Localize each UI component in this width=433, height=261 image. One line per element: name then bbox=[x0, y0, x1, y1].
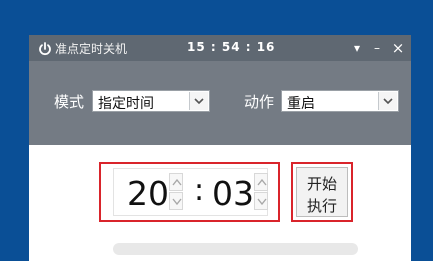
action-label: 动作 bbox=[244, 93, 275, 111]
power-icon bbox=[38, 41, 52, 56]
hour-down-arrow-icon[interactable] bbox=[169, 192, 183, 210]
chevron-down-icon[interactable] bbox=[378, 92, 397, 110]
app-title: 准点定时关机 bbox=[55, 42, 128, 56]
mode-select[interactable]: 指定时间 bbox=[92, 90, 210, 112]
close-icon[interactable]: × bbox=[390, 39, 406, 57]
start-button-line1: 开始 bbox=[306, 175, 337, 193]
time-input[interactable]: 20 : 03 bbox=[113, 168, 268, 216]
minute-up-arrow-icon[interactable] bbox=[254, 173, 268, 191]
app-window: 准点定时关机 15 : 54 : 16 ▾ – × 模式 指定时间 动作 重启 … bbox=[29, 35, 411, 261]
minimize-icon[interactable]: – bbox=[369, 39, 385, 57]
start-button-highlight: 开始 执行 bbox=[291, 162, 353, 222]
time-setter: 20 : 03 bbox=[99, 162, 280, 222]
hour-up-arrow-icon[interactable] bbox=[169, 173, 183, 191]
current-time: 15 : 54 : 16 bbox=[187, 40, 276, 54]
mode-select-value: 指定时间 bbox=[98, 96, 154, 112]
hour-value[interactable]: 20 bbox=[127, 174, 169, 213]
chevron-down-icon[interactable] bbox=[189, 92, 208, 110]
menu-icon[interactable]: ▾ bbox=[349, 39, 365, 57]
mode-label: 模式 bbox=[54, 93, 85, 111]
title-bar[interactable]: 准点定时关机 15 : 54 : 16 ▾ – × bbox=[29, 35, 411, 61]
timer-area: 20 : 03 开始 执行 bbox=[29, 145, 411, 261]
time-separator: : bbox=[194, 173, 205, 208]
minute-stepper[interactable] bbox=[254, 173, 268, 211]
hour-stepper[interactable] bbox=[169, 173, 183, 211]
progress-bar bbox=[113, 243, 358, 255]
action-select[interactable]: 重启 bbox=[281, 90, 399, 112]
start-button-line2: 执行 bbox=[306, 197, 337, 215]
minute-value[interactable]: 03 bbox=[212, 174, 254, 213]
action-select-value: 重启 bbox=[287, 96, 315, 112]
minute-down-arrow-icon[interactable] bbox=[254, 192, 268, 210]
start-execute-button[interactable]: 开始 执行 bbox=[296, 167, 348, 217]
settings-panel: 模式 指定时间 动作 重启 bbox=[29, 61, 411, 145]
